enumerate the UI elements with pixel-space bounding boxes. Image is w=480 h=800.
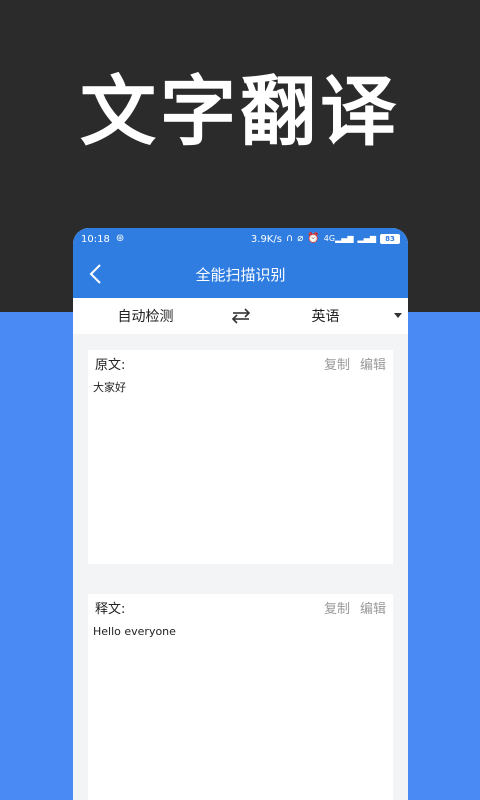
- target-language-select[interactable]: 英语: [263, 306, 388, 326]
- translation-edit-button[interactable]: 编辑: [360, 598, 386, 617]
- source-text[interactable]: 大家好: [88, 376, 393, 400]
- source-label: 原文:: [95, 357, 126, 373]
- swap-language-button[interactable]: [218, 308, 263, 324]
- network-type: 4G: [323, 234, 336, 243]
- translation-text-card: 释文: 复制 编辑 Hello everyone: [88, 594, 393, 800]
- app-header: 全能扫描识别: [73, 250, 408, 298]
- battery-icon: 83: [380, 234, 400, 244]
- promo-title: 文字翻译: [80, 67, 400, 156]
- net-speed: 3.9K/s: [250, 233, 282, 245]
- status-time: 10:18: [81, 233, 110, 245]
- phone-screen: 10:18 ⊛ 3.9K/s ∩ ⌀ ⏰ 4G▂▄▆ ▂▄▆ 83 全能扫描识别…: [73, 228, 408, 800]
- mute-icon: ⌀: [297, 233, 304, 244]
- signal-2-icon: ▂▄▆: [357, 234, 376, 243]
- chevron-left-icon: [89, 264, 101, 284]
- translation-label: 释文:: [95, 601, 126, 617]
- swap-arrows-icon: [231, 308, 250, 324]
- back-button[interactable]: [81, 260, 109, 288]
- translation-copy-button[interactable]: 复制: [324, 598, 350, 617]
- source-edit-button[interactable]: 编辑: [360, 354, 386, 373]
- source-language-select[interactable]: 自动检测: [73, 306, 218, 326]
- status-bar: 10:18 ⊛ 3.9K/s ∩ ⌀ ⏰ 4G▂▄▆ ▂▄▆ 83: [73, 228, 408, 250]
- app-notification-icon: ⊛: [115, 233, 125, 244]
- source-text-card: 原文: 复制 编辑 大家好: [88, 350, 393, 564]
- page-title: 全能扫描识别: [195, 265, 286, 284]
- language-bar: 自动检测 英语: [73, 298, 408, 334]
- alarm-icon: ⏰: [307, 233, 320, 244]
- signal-icon: 4G▂▄▆: [323, 234, 354, 243]
- headphones-icon: ∩: [285, 233, 294, 244]
- dropdown-arrow-icon[interactable]: [394, 313, 402, 318]
- translation-text[interactable]: Hello everyone: [88, 620, 393, 644]
- source-copy-button[interactable]: 复制: [324, 354, 350, 373]
